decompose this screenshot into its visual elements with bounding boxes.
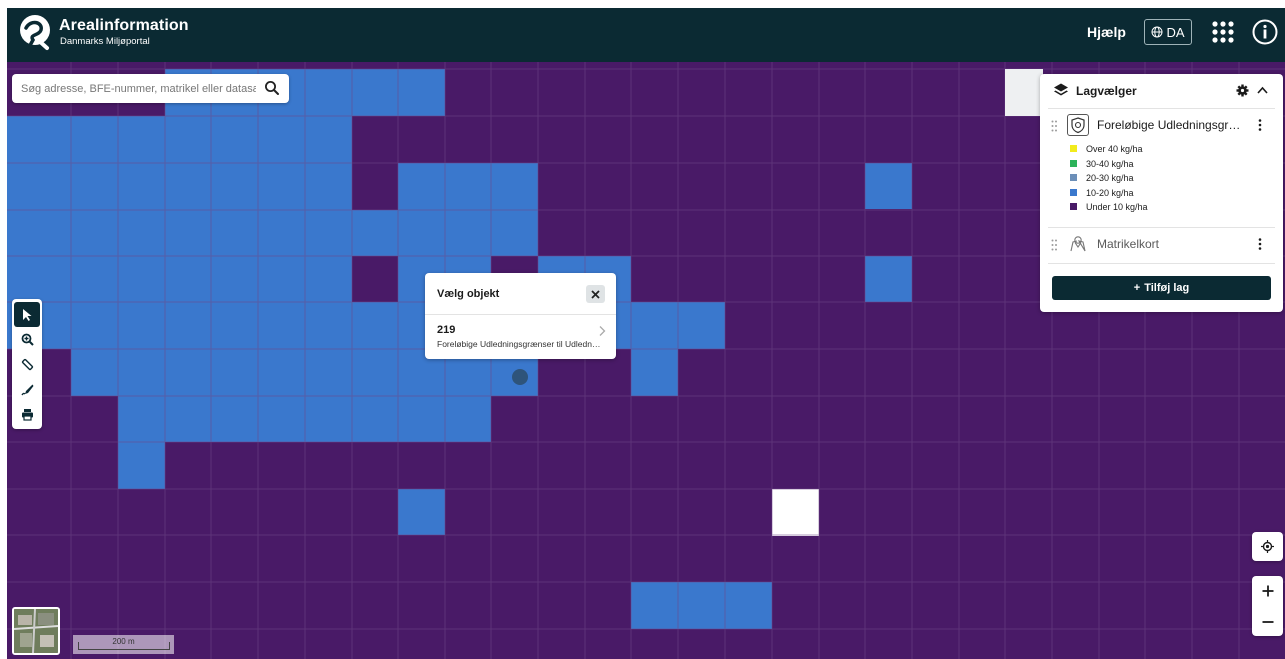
app-title: Arealinformation (59, 17, 189, 34)
select-arrow-icon (23, 308, 32, 321)
locate-button[interactable] (1252, 532, 1283, 561)
layer-picker-panel: Lagvælger Foreløbige Udledningsgrænser t… (1040, 74, 1283, 312)
map-pin-icon (1070, 236, 1086, 252)
apps-grid-icon[interactable] (1212, 21, 1234, 43)
result-description: Foreløbige Udledningsgrænser til Udledni… (437, 339, 602, 349)
zoom-control (1252, 576, 1283, 636)
plus-icon: + (1133, 282, 1141, 294)
map-pin-shield-icon (1071, 117, 1085, 134)
chevron-up-icon[interactable] (1256, 84, 1269, 97)
add-layer-button[interactable]: + Tilføj lag (1052, 276, 1271, 300)
legend-label: 30-40 kg/ha (1086, 158, 1134, 169)
legend-swatch (1070, 145, 1077, 152)
print-icon (21, 409, 33, 421)
layer-item-matrikelkort[interactable]: Matrikelkort (1040, 232, 1283, 258)
app-subtitle: Danmarks Miljøportal (60, 36, 150, 47)
layer-thumbnail (1067, 114, 1089, 136)
drag-handle-icon[interactable] (1051, 120, 1058, 132)
layer-item-udledningsgraenser[interactable]: Foreløbige Udledningsgrænser til (1040, 113, 1283, 139)
drag-handle-icon[interactable] (1051, 239, 1058, 251)
draw-tool-button[interactable] (14, 377, 40, 402)
legend-label: 20-30 kg/ha (1086, 173, 1134, 184)
layers-icon (1054, 83, 1068, 96)
select-tool-button[interactable] (14, 302, 40, 327)
layer-picker-title: Lagvælger (1076, 84, 1137, 98)
legend-label: Over 40 kg/ha (1086, 144, 1143, 154)
add-layer-label: Tilføj lag (1144, 282, 1190, 294)
popup-title: Vælg objekt (437, 288, 500, 300)
app-header: Arealinformation Danmarks Miljøportal Hj… (7, 8, 1285, 62)
layer-name: Matrikelkort (1097, 237, 1160, 251)
select-object-popup: Vælg objekt 219 Foreløbige Udledningsgræ… (425, 273, 616, 359)
white-cell (772, 489, 819, 536)
language-label: DA (1166, 24, 1185, 40)
kebab-icon[interactable] (1254, 118, 1266, 132)
panel-divider (1048, 108, 1275, 109)
legend-swatch (1070, 188, 1077, 196)
help-link[interactable]: Hjælp (1087, 24, 1126, 40)
map-marker[interactable] (512, 369, 528, 385)
close-icon (591, 289, 600, 299)
legend-label: Under 10 kg/ha (1086, 202, 1148, 213)
kebab-icon[interactable] (1254, 237, 1266, 251)
plus-icon (1262, 585, 1273, 596)
logo-icon (20, 15, 50, 51)
measure-tool-button[interactable] (14, 352, 40, 377)
draw-icon (20, 384, 33, 396)
zoom-in-button[interactable] (1252, 576, 1283, 605)
layer-name: Foreløbige Udledningsgrænser til (1097, 118, 1249, 132)
basemap-switcher[interactable] (12, 607, 60, 655)
print-tool-button[interactable] (14, 402, 40, 427)
result-id: 219 (437, 324, 456, 336)
zoom-out-button[interactable] (1252, 607, 1283, 636)
overview-map[interactable] (1005, 69, 1043, 116)
legend-swatch (1070, 159, 1077, 167)
panel-divider (1048, 227, 1275, 228)
scale-bar-label: 200 m (112, 637, 135, 646)
panel-divider (1048, 263, 1275, 264)
popup-close-button[interactable] (586, 285, 605, 303)
search-box (12, 74, 289, 103)
zoom-tool-button[interactable] (14, 327, 40, 352)
info-icon[interactable] (1252, 19, 1278, 45)
popup-result-item[interactable]: 219 Foreløbige Udledningsgrænser til Udl… (425, 315, 616, 359)
legend-swatch (1070, 203, 1077, 211)
search-icon[interactable] (264, 80, 280, 96)
language-button[interactable]: DA (1144, 19, 1192, 45)
search-input[interactable] (21, 80, 256, 98)
map-toolbar (12, 299, 42, 429)
locate-icon (1261, 540, 1274, 553)
legend-label: 10-20 kg/ha (1086, 187, 1134, 198)
chevron-right-icon (599, 326, 606, 336)
globe-icon (1151, 26, 1163, 38)
legend-swatch (1070, 174, 1077, 182)
scale-bar: 200 m (73, 635, 174, 654)
measure-icon (21, 358, 33, 371)
gear-icon[interactable] (1236, 84, 1249, 97)
zoom-search-icon (21, 333, 34, 346)
locate-control (1252, 532, 1283, 561)
aerial-photo-thumbnail (14, 609, 58, 653)
minus-icon (1262, 620, 1273, 623)
